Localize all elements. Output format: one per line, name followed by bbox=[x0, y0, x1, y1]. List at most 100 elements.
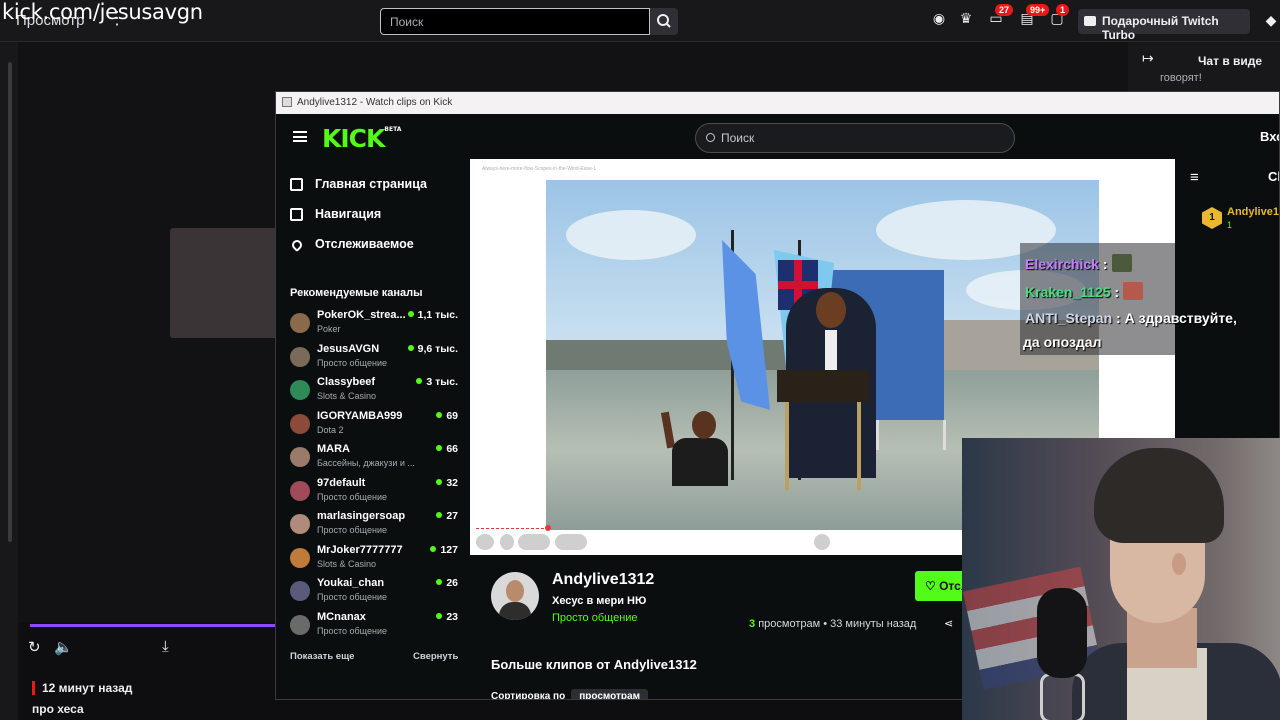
diamond-icon[interactable]: ◆ bbox=[1262, 12, 1280, 30]
center-control-icon[interactable] bbox=[814, 534, 830, 550]
volume-icon[interactable] bbox=[500, 534, 514, 550]
microphone bbox=[1037, 588, 1087, 678]
waving-person-head bbox=[692, 411, 716, 439]
avatar bbox=[290, 481, 310, 501]
podium-leg bbox=[857, 402, 861, 490]
collapse-icon[interactable]: ↦ bbox=[1142, 50, 1154, 67]
sort-control[interactable]: Сортировка по просмотрам bbox=[491, 689, 648, 700]
turbo-button[interactable]: Подарочный Twitch Turbo bbox=[1078, 9, 1250, 42]
avatar bbox=[290, 581, 310, 601]
progress-handle[interactable] bbox=[545, 525, 551, 531]
avatar bbox=[290, 347, 310, 367]
channel-name: IGORYAMBA999 bbox=[317, 410, 403, 422]
scrollbar[interactable] bbox=[8, 62, 12, 542]
channel-category: Просто общение bbox=[317, 626, 387, 636]
clip-progress[interactable] bbox=[476, 528, 549, 530]
collapse-button[interactable]: Свернуть bbox=[413, 651, 458, 662]
top-chatter-name[interactable]: Andylive1312 bbox=[1227, 206, 1279, 218]
turbo-label: Подарочный Twitch Turbo bbox=[1102, 14, 1219, 42]
login-button[interactable]: Вхо bbox=[1260, 129, 1279, 144]
channel-item[interactable]: Youkai_chan Просто общение 26 bbox=[290, 577, 460, 609]
speed-pill[interactable] bbox=[555, 534, 587, 550]
notifications-badge: 1 bbox=[1056, 4, 1070, 16]
window-titlebar[interactable]: Andylive1312 - Watch clips on Kick bbox=[276, 92, 1279, 114]
viewer-count: 1,1 тыс. bbox=[408, 309, 458, 321]
channel-category: Slots & Casino bbox=[317, 559, 377, 569]
twitch-search-input[interactable]: Поиск bbox=[380, 8, 650, 35]
chat-user: Kraken_1125 bbox=[1025, 284, 1111, 300]
viewer-count: 127 bbox=[430, 544, 458, 556]
prime-icon[interactable]: ◉ bbox=[930, 10, 948, 28]
search-placeholder: Поиск bbox=[721, 131, 755, 145]
time-pill bbox=[518, 534, 550, 550]
avatar bbox=[290, 380, 310, 400]
play-icon[interactable] bbox=[476, 534, 494, 550]
sort-label: Сортировка по bbox=[491, 691, 566, 700]
viewer-count: 9,6 тыс. bbox=[408, 343, 458, 355]
channel-item[interactable]: Classybeef Slots & Casino 3 тыс. bbox=[290, 376, 460, 408]
emote-icon bbox=[1111, 254, 1132, 272]
window-title: Andylive1312 - Watch clips on Kick bbox=[297, 97, 453, 108]
twitch-sidebar bbox=[0, 42, 18, 720]
volume-icon[interactable]: 🔈 bbox=[54, 638, 73, 656]
nav-browse-label: Навигация bbox=[315, 207, 382, 221]
channel-category: Poker bbox=[317, 324, 341, 334]
share-icon[interactable]: ⋖ bbox=[944, 617, 953, 630]
chat-message: Elexirchick : bbox=[1025, 254, 1132, 272]
streamer-hair bbox=[1094, 448, 1224, 543]
channel-avatar[interactable] bbox=[491, 572, 539, 620]
podium-leg bbox=[785, 402, 789, 490]
channel-item[interactable]: MCnanax Просто общение 23 bbox=[290, 611, 460, 643]
avatar bbox=[290, 548, 310, 568]
channel-item[interactable]: IGORYAMBA999 Dota 2 69 bbox=[290, 410, 460, 442]
browse-icon bbox=[290, 208, 303, 221]
chat-user: ANTI_Stepan bbox=[1025, 310, 1113, 326]
podium bbox=[777, 370, 869, 490]
logo-text: KICK bbox=[322, 124, 385, 153]
clip-channel-name[interactable]: Andylive1312 bbox=[552, 571, 654, 589]
channel-item[interactable]: MrJoker7777777 Slots & Casino 127 bbox=[290, 544, 460, 576]
menu-icon[interactable] bbox=[293, 131, 307, 142]
chat-header: Ch bbox=[1268, 169, 1279, 184]
nav-browse[interactable]: Навигация bbox=[290, 207, 381, 227]
cloud bbox=[566, 210, 696, 260]
channel-item[interactable]: marlasingersoap Просто общение 27 bbox=[290, 510, 460, 542]
kick-logo[interactable]: KICKBETA bbox=[322, 124, 401, 153]
more-clips-title: Больше клипов от Andylive1312 bbox=[491, 657, 697, 672]
avatar bbox=[290, 615, 310, 635]
viewer-count: 69 bbox=[436, 410, 458, 422]
player-progress[interactable] bbox=[30, 624, 275, 627]
inbox-icon[interactable]: ▭ 27 bbox=[987, 4, 1014, 28]
chat-text: А здравствуйте, bbox=[1124, 310, 1237, 326]
channel-category: Бассейны, джакузи и ... bbox=[317, 458, 415, 468]
sort-select[interactable]: просмотрам bbox=[571, 689, 648, 699]
podium-top bbox=[777, 370, 869, 402]
nav-home[interactable]: Главная страница bbox=[290, 177, 427, 197]
whispers-icon[interactable]: ▤ 99+ bbox=[1018, 4, 1050, 28]
nav-following[interactable]: Отслеживаемое bbox=[289, 237, 414, 257]
clip-title: Хесус в мери НЮ bbox=[552, 595, 647, 607]
crown-icon[interactable]: ♛ bbox=[957, 10, 975, 28]
show-more-button[interactable]: Показать еще bbox=[290, 651, 354, 662]
emote-icon bbox=[1123, 282, 1144, 300]
recommended-title: Рекомендуемые каналы bbox=[290, 287, 423, 299]
clip-category[interactable]: Просто общение bbox=[552, 612, 638, 624]
speaker-head bbox=[816, 292, 846, 328]
download-icon[interactable]: ⤓ bbox=[162, 638, 169, 655]
channel-item[interactable]: PokerOK_strea... Poker 1,1 тыс. bbox=[290, 309, 460, 341]
collapse-chat-icon[interactable]: ≡ bbox=[1190, 169, 1199, 186]
gift-icon bbox=[1084, 16, 1096, 26]
search-icon bbox=[657, 14, 671, 28]
channel-name: Youkai_chan bbox=[317, 577, 385, 589]
channel-item[interactable]: MARA Бассейны, джакузи и ... 66 bbox=[290, 443, 460, 475]
kick-search-input[interactable]: Поиск bbox=[695, 123, 1015, 153]
embedded-title: Always-here-more-flow-Scopes-in-the-Wind… bbox=[482, 166, 597, 172]
search-button[interactable] bbox=[650, 8, 678, 35]
viewer-count: 27 bbox=[436, 510, 458, 522]
channel-item[interactable]: JesusAVGN Просто общение 9,6 тыс. bbox=[290, 343, 460, 375]
channel-item[interactable]: 97default Просто общение 32 bbox=[290, 477, 460, 509]
chat-title: Чат в виде bbox=[1198, 54, 1263, 68]
replay-icon[interactable]: ↻ bbox=[28, 638, 41, 656]
stream-overlay-url: kick.com/jesusavgn bbox=[2, 0, 203, 24]
notifications-icon[interactable]: ▢ 1 bbox=[1048, 4, 1070, 28]
